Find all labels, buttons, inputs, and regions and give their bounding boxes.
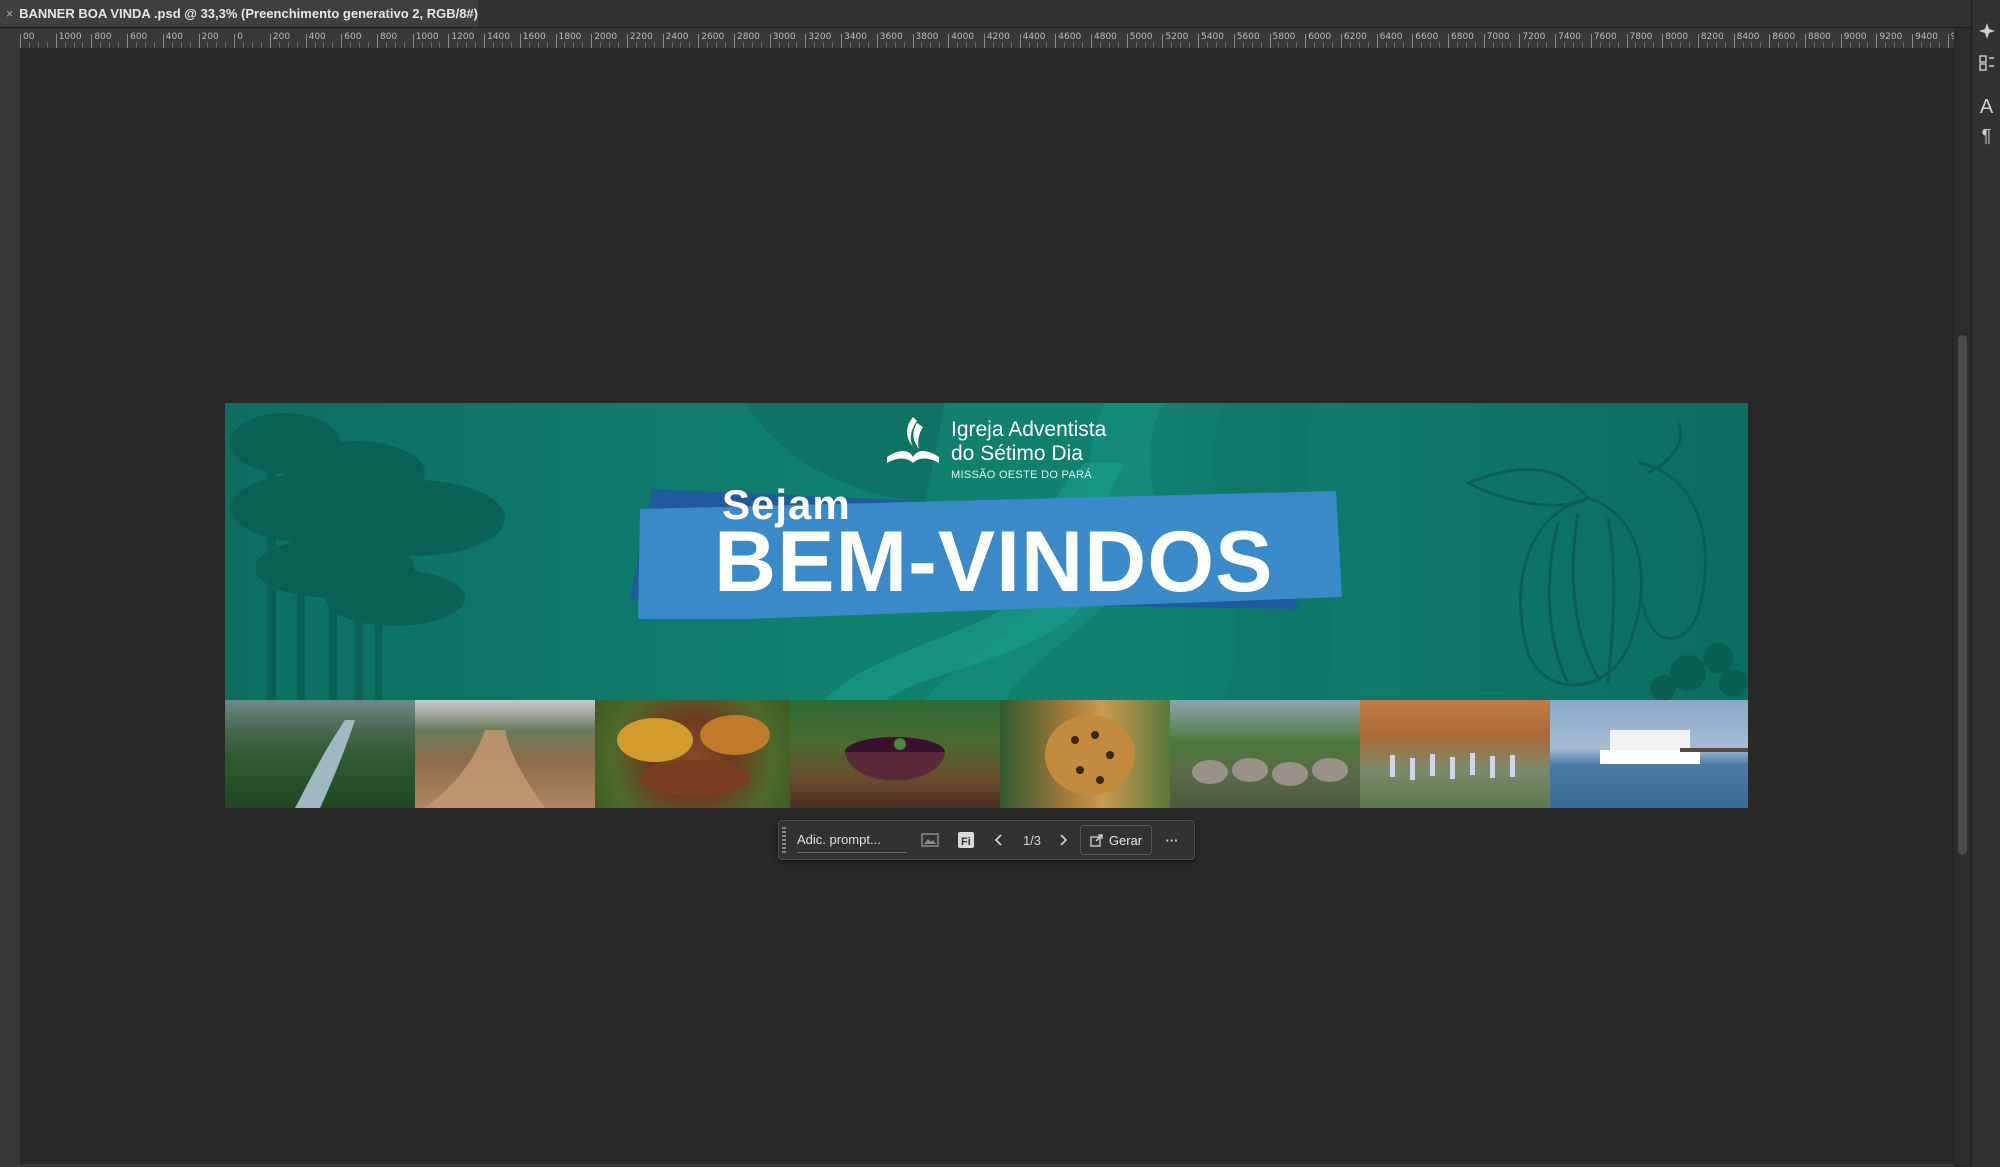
- document-tab-bar: × BANNER BOA VINDA .psd @ 33,3% (Preench…: [0, 0, 2000, 28]
- logo-text-line3: MISSÃO OESTE DO PARÁ: [951, 469, 1092, 481]
- ruler-tick-label: 7800: [1629, 32, 1653, 42]
- paragraph-panel-icon[interactable]: ¶: [1972, 126, 2000, 147]
- ruler-tick-label: 8000: [1665, 32, 1689, 42]
- boats-on-beach-photo: [1360, 700, 1550, 808]
- logo-text-line1: Igreja Adventista: [951, 418, 1107, 441]
- ruler-tick-label: 800: [380, 32, 398, 42]
- ruler-corner[interactable]: [0, 28, 21, 49]
- ruler-tick-label: 1200: [451, 32, 475, 42]
- river-forest-photo: [225, 700, 415, 808]
- ruler-tick-label: 400: [165, 32, 183, 42]
- ruler-tick-label: 6400: [1379, 32, 1403, 42]
- next-variation-button[interactable]: [1055, 829, 1073, 851]
- headline-bem-vindos: BEM-VINDOS: [714, 514, 1274, 610]
- ruler-tick-label: 6800: [1451, 32, 1474, 42]
- ruler-tick-label: 8800: [1808, 32, 1831, 42]
- ruler-tick-label: 7000: [1486, 32, 1510, 42]
- ruler-tick-label: 3200: [808, 32, 832, 42]
- ruler-tick-label: 3400: [844, 32, 867, 42]
- ruler-tick-label: 600: [344, 32, 362, 42]
- cacao-beans-photo: [595, 700, 790, 808]
- document-tab-title: BANNER BOA VINDA .psd @ 33,3% (Preenchim…: [19, 6, 478, 21]
- ruler-tick-label: 5000: [1129, 32, 1153, 42]
- horizontal-ruler[interactable]: 00 1000 800 600 400 200 0 200 400 600 800 1000 1200 1…: [20, 28, 1954, 49]
- church-logo: Igreja Adventista do Sétimo Dia MISSÃO O…: [883, 407, 1107, 482]
- ruler-tick-label: 3600: [879, 32, 903, 42]
- ruler-tick-label: 400: [308, 32, 326, 42]
- ruler-tick-label: 0: [237, 32, 243, 42]
- ruler-tick-label: 4800: [1094, 32, 1117, 42]
- logo-text-line2: do Sétimo Dia: [951, 442, 1083, 465]
- ruler-tick-label: 9200: [1879, 32, 1903, 42]
- right-panel-strip: A ¶: [1971, 0, 2000, 1167]
- ruler-tick-label: 6200: [1343, 32, 1367, 42]
- ruler-tick-label: 00: [23, 32, 35, 42]
- generate-label: Gerar: [1108, 832, 1143, 848]
- vertical-ruler[interactable]: [0, 48, 21, 1164]
- variation-counter: 1/3: [1022, 832, 1042, 848]
- ruler-tick-label: 1000: [415, 32, 439, 42]
- ruler-tick-label: 8200: [1700, 32, 1724, 42]
- contextual-task-bar: Fi 1/3 Gerar ···: [778, 820, 1195, 860]
- ruler-tick-label: 2000: [594, 32, 618, 42]
- cacao-pod-outline-icon: [1464, 422, 1747, 700]
- ruler-tick-label: 5800: [1272, 32, 1296, 42]
- prompt-input[interactable]: [797, 826, 907, 853]
- adventist-logo-icon: [887, 417, 939, 463]
- ruler-tick-label: 600: [130, 32, 148, 42]
- close-icon[interactable]: ×: [0, 6, 19, 21]
- ruler-tick-label: 1800: [558, 32, 582, 42]
- ruler-tick-label: 1000: [58, 32, 82, 42]
- ruler-tick-label: 2400: [665, 32, 689, 42]
- layers-panel-icon[interactable]: [1972, 54, 2000, 77]
- ruler-tick-label: 200: [272, 32, 291, 42]
- ruler-tick-label: 5600: [1236, 32, 1260, 42]
- document-tab[interactable]: × BANNER BOA VINDA .psd @ 33,3% (Preench…: [0, 0, 478, 27]
- ruler-tick-label: 4600: [1058, 32, 1082, 42]
- ruler-tick-label: 1400: [487, 32, 510, 42]
- ruler-tick-label: 7600: [1593, 32, 1617, 42]
- ruler-tick-label: 6600: [1415, 32, 1439, 42]
- ruler-tick-label: 9400: [1915, 32, 1938, 42]
- scrollbar-thumb[interactable]: [1958, 335, 1967, 855]
- ruler-tick-label: 2600: [701, 32, 725, 42]
- firefly-icon[interactable]: Fi: [955, 829, 977, 851]
- ruler-tick-label: 4400: [1022, 32, 1046, 42]
- ruler-tick-label: 800: [94, 32, 112, 42]
- ruler-tick-label: 2800: [737, 32, 760, 42]
- ruler-tick-label: 6000: [1308, 32, 1332, 42]
- dirt-road-photo: [415, 700, 595, 808]
- ruler-tick-label: 1600: [522, 32, 546, 42]
- character-panel-icon[interactable]: A: [1972, 96, 2000, 119]
- generate-icon: [1090, 834, 1103, 847]
- ruler-tick-label: 7200: [1522, 32, 1546, 42]
- ruler-tick-label: 5200: [1165, 32, 1189, 42]
- acai-bowl-photo: [790, 700, 1000, 808]
- ruler-tick-label: 7400: [1558, 32, 1581, 42]
- tree-silhouette-icon: [230, 413, 505, 700]
- vertical-scrollbar[interactable]: [1954, 28, 1971, 1164]
- ruler-tick-label: 5400: [1201, 32, 1224, 42]
- ruler-tick-label: 4200: [986, 32, 1010, 42]
- ruler-tick-label: 200: [201, 32, 219, 42]
- riverboat-photo: [1550, 700, 1748, 808]
- ruler-tick-label: 8600: [1772, 32, 1796, 42]
- jaguar-photo: [1000, 700, 1170, 808]
- ruler-tick-label: 3800: [915, 32, 939, 42]
- ruler-tick-label: 9000: [1843, 32, 1867, 42]
- ruler-tick-label: 3000: [772, 32, 796, 42]
- generative-fill-icon[interactable]: [1972, 22, 2000, 45]
- more-options-icon[interactable]: ···: [1159, 829, 1185, 851]
- previous-variation-button[interactable]: [989, 829, 1007, 851]
- svg-text:Fi: Fi: [961, 836, 971, 848]
- cattle-photo: [1170, 700, 1360, 808]
- photo-strip: [225, 700, 1748, 808]
- reference-image-icon[interactable]: [919, 829, 941, 851]
- drag-handle[interactable]: [782, 827, 786, 853]
- generate-button[interactable]: Gerar: [1080, 825, 1152, 855]
- ruler-tick-label: 4000: [951, 32, 975, 42]
- banner-artboard[interactable]: Igreja Adventista do Sétimo Dia MISSÃO O…: [225, 403, 1748, 808]
- ruler-tick-label: 8400: [1736, 32, 1760, 42]
- ruler-tick-label: 2200: [629, 32, 653, 42]
